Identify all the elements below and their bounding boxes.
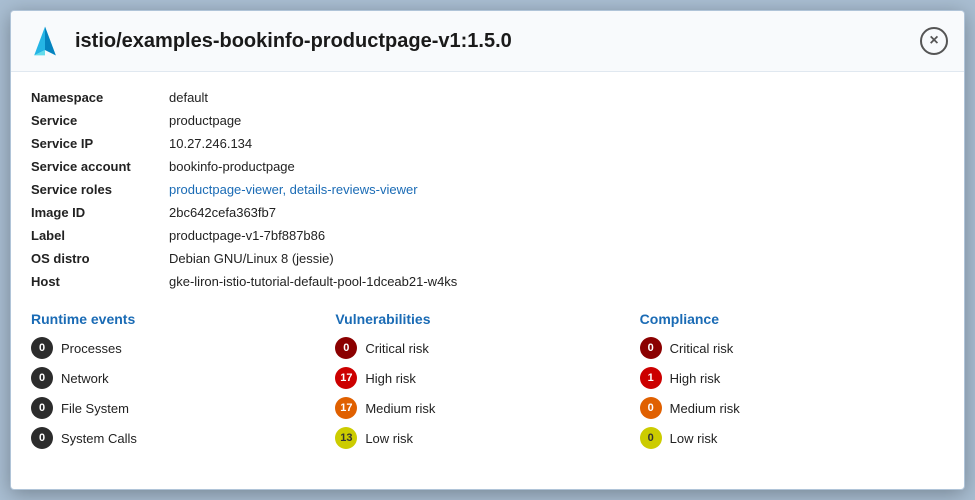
info-value: default xyxy=(169,88,944,107)
count-badge: 0 xyxy=(640,337,662,359)
vulnerabilities-list: 0 Critical risk 17 High risk 17 Medium risk 13… xyxy=(335,337,639,449)
info-label: Service xyxy=(31,111,161,130)
count-badge: 0 xyxy=(31,427,53,449)
modal-body: Namespace default Service productpage Servic… xyxy=(11,72,964,489)
info-grid: Namespace default Service productpage Servic… xyxy=(31,88,944,291)
info-value: 10.27.246.134 xyxy=(169,134,944,153)
list-item[interactable]: 0 Medium risk xyxy=(640,397,944,419)
vulnerabilities-title: Vulnerabilities xyxy=(335,311,639,327)
item-label: Low risk xyxy=(365,431,413,446)
info-value: productpage-v1-7bf887b86 xyxy=(169,226,944,245)
item-label: Low risk xyxy=(670,431,718,446)
runtime-events-list: 0 Processes 0 Network 0 File System 0 System Ca… xyxy=(31,337,335,449)
item-label: Critical risk xyxy=(670,341,734,356)
runtime-events-section: Runtime events 0 Processes 0 Network 0 File S… xyxy=(31,311,335,457)
info-value: Debian GNU/Linux 8 (jessie) xyxy=(169,249,944,268)
count-badge: 1 xyxy=(640,367,662,389)
list-item[interactable]: 13 Low risk xyxy=(335,427,639,449)
info-label: Service IP xyxy=(31,134,161,153)
count-badge: 17 xyxy=(335,367,357,389)
info-value: bookinfo-productpage xyxy=(169,157,944,176)
compliance-list: 0 Critical risk 1 High risk 0 Medium risk 0 Low… xyxy=(640,337,944,449)
list-item[interactable]: 17 High risk xyxy=(335,367,639,389)
list-item[interactable]: 0 System Calls xyxy=(31,427,335,449)
info-label: Host xyxy=(31,272,161,291)
info-label: Namespace xyxy=(31,88,161,107)
info-label: Service account xyxy=(31,157,161,176)
info-value: 2bc642cefa363fb7 xyxy=(169,203,944,222)
modal-header: istio/examples-bookinfo-productpage-v1:1… xyxy=(11,11,964,72)
vulnerabilities-section: Vulnerabilities 0 Critical risk 17 High ris… xyxy=(335,311,639,457)
count-badge: 0 xyxy=(31,337,53,359)
info-value: gke-liron-istio-tutorial-default-pool-1d… xyxy=(169,272,944,291)
istio-logo xyxy=(27,23,63,59)
runtime-events-title: Runtime events xyxy=(31,311,335,327)
info-label: Image ID xyxy=(31,203,161,222)
count-badge: 0 xyxy=(31,397,53,419)
item-label: Critical risk xyxy=(365,341,429,356)
list-item[interactable]: 0 Network xyxy=(31,367,335,389)
list-item[interactable]: 0 Critical risk xyxy=(335,337,639,359)
modal-dialog: istio/examples-bookinfo-productpage-v1:1… xyxy=(10,10,965,490)
modal-title: istio/examples-bookinfo-productpage-v1:1… xyxy=(75,30,908,53)
info-value[interactable]: productpage-viewer, details-reviews-view… xyxy=(169,180,944,199)
list-item[interactable]: 1 High risk xyxy=(640,367,944,389)
info-value: productpage xyxy=(169,111,944,130)
item-label: High risk xyxy=(670,371,721,386)
list-item[interactable]: 17 Medium risk xyxy=(335,397,639,419)
info-label: OS distro xyxy=(31,249,161,268)
list-item[interactable]: 0 File System xyxy=(31,397,335,419)
info-label: Service roles xyxy=(31,180,161,199)
item-label: Processes xyxy=(61,341,122,356)
count-badge: 13 xyxy=(335,427,357,449)
item-label: System Calls xyxy=(61,431,137,446)
sections-row: Runtime events 0 Processes 0 Network 0 File S… xyxy=(31,311,944,457)
item-label: Medium risk xyxy=(365,401,435,416)
count-badge: 0 xyxy=(640,397,662,419)
list-item[interactable]: 0 Processes xyxy=(31,337,335,359)
item-label: High risk xyxy=(365,371,416,386)
compliance-section: Compliance 0 Critical risk 1 High risk 0 Medi… xyxy=(640,311,944,457)
close-button[interactable]: × xyxy=(920,27,948,55)
item-label: File System xyxy=(61,401,129,416)
count-badge: 0 xyxy=(640,427,662,449)
list-item[interactable]: 0 Low risk xyxy=(640,427,944,449)
list-item[interactable]: 0 Critical risk xyxy=(640,337,944,359)
info-label: Label xyxy=(31,226,161,245)
item-label: Medium risk xyxy=(670,401,740,416)
count-badge: 17 xyxy=(335,397,357,419)
item-label: Network xyxy=(61,371,109,386)
compliance-title: Compliance xyxy=(640,311,944,327)
count-badge: 0 xyxy=(335,337,357,359)
count-badge: 0 xyxy=(31,367,53,389)
